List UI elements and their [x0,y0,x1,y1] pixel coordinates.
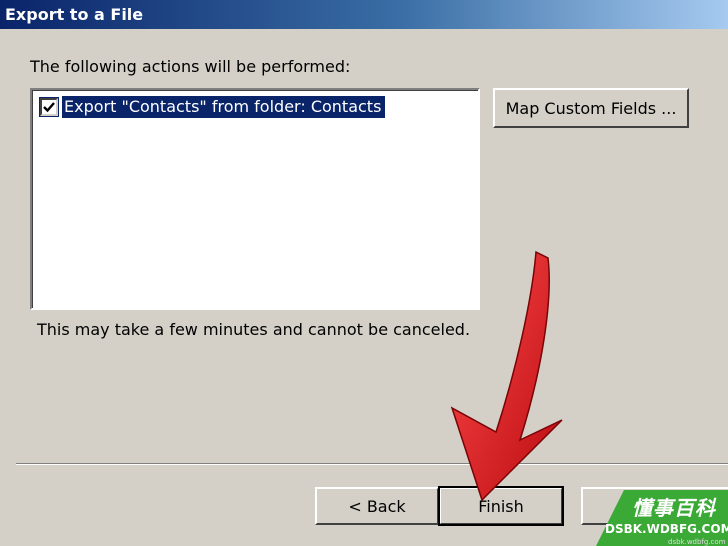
checkmark-icon [43,102,55,113]
watermark-site: DSBK.WDBFG.COM [605,522,728,536]
actions-listbox[interactable]: Export "Contacts" from folder: Contacts [30,88,480,310]
map-custom-fields-button[interactable]: Map Custom Fields ... [493,88,689,128]
title-bar: Export to a File [0,0,728,29]
back-button[interactable]: < Back [315,487,439,525]
edge-fragment: : [0,340,1,356]
time-note: This may take a few minutes and cannot b… [37,320,471,339]
finish-button[interactable]: Finish [438,486,564,526]
separator [16,463,728,465]
action-checkbox[interactable] [39,97,59,117]
action-label: Export "Contacts" from folder: Contacts [62,96,386,118]
window-title: Export to a File [5,5,144,24]
actions-label: The following actions will be performed: [30,57,351,76]
list-item[interactable]: Export "Contacts" from folder: Contacts [39,94,386,120]
watermark-small: dsbk.wdbfg.com [668,538,726,546]
watermark-title: 懂事百科 [632,496,716,520]
watermark-badge: 懂事百科 DSBK.WDBFG.COM dsbk.wdbfg.com [596,490,728,546]
